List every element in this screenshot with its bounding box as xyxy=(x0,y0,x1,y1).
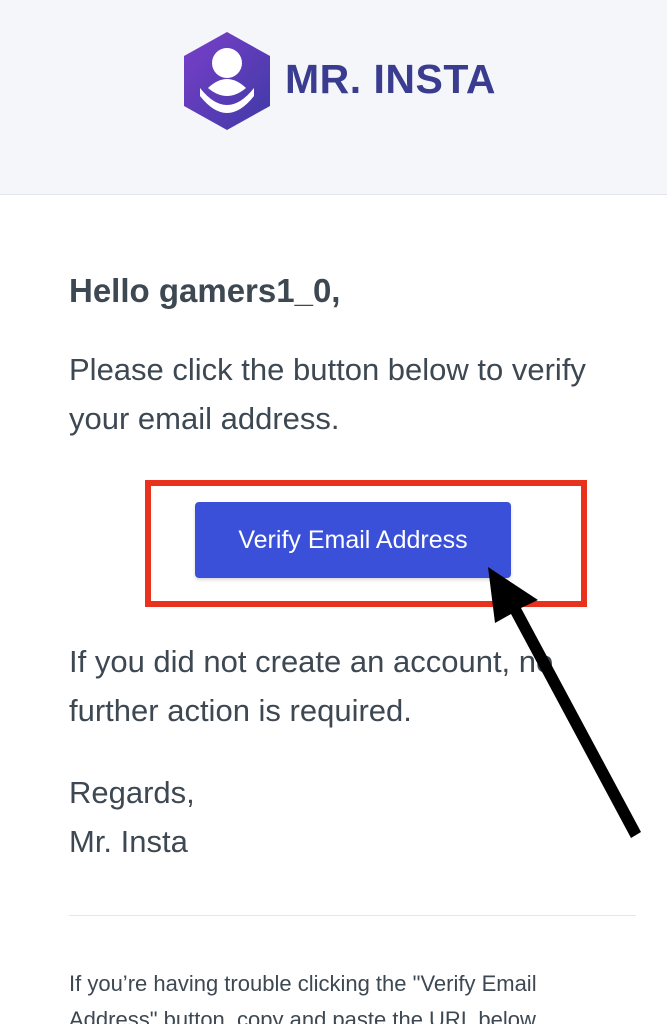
verify-email-button[interactable]: Verify Email Address xyxy=(195,502,511,578)
greeting-heading: Hello gamers1_0, xyxy=(69,272,341,309)
divider xyxy=(69,915,636,916)
brand-name: MR. INSTA xyxy=(285,56,497,102)
person-badge-icon xyxy=(184,32,270,130)
no-action-text: If you did not create an account, no fur… xyxy=(69,644,554,728)
sign-off: Regards, Mr. Insta xyxy=(69,768,649,866)
intro-text: Please click the button below to verify … xyxy=(69,352,586,436)
regards-line: Regards, xyxy=(69,775,195,810)
email-header: MR. INSTA xyxy=(0,0,667,195)
signature: Mr. Insta xyxy=(69,824,188,859)
email-view: MR. INSTA Hello gamers1_0, Please click … xyxy=(0,0,667,1024)
subcopy-text: If you’re having trouble clicking the "V… xyxy=(69,971,537,1024)
